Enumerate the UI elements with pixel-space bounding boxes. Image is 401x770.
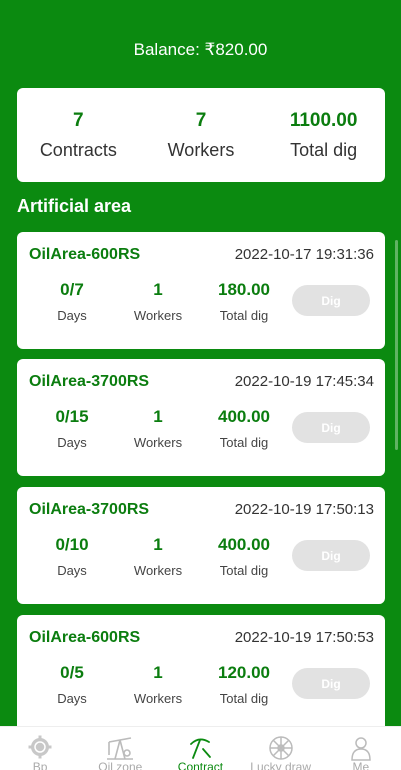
days-label: Days bbox=[57, 691, 87, 706]
summary-label: Workers bbox=[167, 139, 235, 160]
nav-item-me[interactable]: Me bbox=[321, 727, 401, 770]
oil-pump-icon bbox=[80, 735, 160, 761]
contract-name: OilArea-600RS bbox=[29, 629, 141, 646]
workers-label: Workers bbox=[133, 435, 183, 450]
nav-label: Oil zone bbox=[98, 760, 143, 770]
balance-text: Balance: ₹820.00 bbox=[133, 40, 268, 59]
summary-label: Contracts bbox=[39, 139, 117, 160]
wheel-icon bbox=[241, 735, 321, 761]
stat-total-dig: 180.00 Total dig bbox=[204, 280, 284, 323]
summary-workers: 7 Workers bbox=[140, 110, 261, 161]
stat-workers: 1 Workers bbox=[118, 663, 198, 706]
nav-label: Me bbox=[352, 760, 370, 770]
nav-label: Lucky draw bbox=[250, 760, 311, 770]
summary-value: 7 bbox=[195, 109, 207, 131]
contract-time: 2022-10-19 17:45:34 bbox=[234, 373, 374, 390]
total-label: Total dig bbox=[219, 691, 269, 706]
workers-value: 1 bbox=[153, 280, 163, 299]
gear-coin-icon bbox=[0, 735, 80, 761]
contract-time: 2022-10-19 17:50:13 bbox=[234, 501, 374, 518]
days-value: 0/7 bbox=[60, 280, 84, 299]
contract-name: OilArea-600RS bbox=[29, 246, 141, 263]
nav-item-contract[interactable]: Contract bbox=[160, 727, 240, 770]
contract-time: 2022-10-17 19:31:36 bbox=[234, 246, 374, 263]
total-value: 400.00 bbox=[218, 535, 270, 554]
contract-name: OilArea-3700RS bbox=[29, 373, 150, 390]
section-title: Artificial area bbox=[17, 196, 132, 216]
stat-total-dig: 400.00 Total dig bbox=[204, 535, 284, 578]
stat-days: 0/10 Days bbox=[32, 535, 112, 578]
workers-value: 1 bbox=[153, 407, 163, 426]
summary-value: 1100.00 bbox=[289, 109, 358, 131]
dig-button[interactable]: Dig bbox=[292, 285, 370, 316]
nav-item-oil-zone[interactable]: Oil zone bbox=[80, 727, 160, 770]
stat-days: 0/15 Days bbox=[32, 407, 112, 450]
days-label: Days bbox=[57, 435, 87, 450]
summary-card: 7 Contracts 7 Workers 1100.00 Total dig bbox=[17, 88, 385, 182]
stat-workers: 1 Workers bbox=[118, 535, 198, 578]
days-value: 0/15 bbox=[55, 407, 89, 426]
contract-card: OilArea-600RS 2022-10-17 19:31:36 0/7 Da… bbox=[17, 232, 385, 349]
total-label: Total dig bbox=[219, 435, 269, 450]
dig-button[interactable]: Dig bbox=[292, 540, 370, 571]
pickaxe-icon bbox=[160, 735, 240, 761]
stat-days: 0/7 Days bbox=[32, 280, 112, 323]
stat-workers: 1 Workers bbox=[118, 280, 198, 323]
days-label: Days bbox=[57, 563, 87, 578]
contract-name: OilArea-3700RS bbox=[29, 501, 150, 518]
days-value: 0/5 bbox=[60, 663, 84, 682]
total-value: 120.00 bbox=[218, 663, 270, 682]
workers-value: 1 bbox=[153, 663, 163, 682]
stat-days: 0/5 Days bbox=[32, 663, 112, 706]
nav-item-bp[interactable]: Bp bbox=[0, 727, 80, 770]
total-value: 400.00 bbox=[218, 407, 270, 426]
days-label: Days bbox=[57, 308, 87, 323]
nav-label: Contract bbox=[177, 760, 224, 770]
stat-workers: 1 Workers bbox=[118, 407, 198, 450]
dig-button[interactable]: Dig bbox=[292, 412, 370, 443]
summary-total-dig: 1100.00 Total dig bbox=[263, 110, 384, 161]
workers-value: 1 bbox=[153, 535, 163, 554]
workers-label: Workers bbox=[133, 691, 183, 706]
contract-card: OilArea-3700RS 2022-10-19 17:45:34 0/15 … bbox=[17, 359, 385, 476]
nav-label: Bp bbox=[32, 760, 48, 770]
bottom-nav: Bp Oil zone Contract Lucky draw Me bbox=[0, 726, 401, 770]
workers-label: Workers bbox=[133, 308, 183, 323]
contract-card: OilArea-600RS 2022-10-19 17:50:53 0/5 Da… bbox=[17, 615, 385, 732]
workers-label: Workers bbox=[133, 563, 183, 578]
summary-label: Total dig bbox=[290, 139, 358, 160]
stat-total-dig: 120.00 Total dig bbox=[204, 663, 284, 706]
summary-contracts: 7 Contracts bbox=[18, 110, 139, 161]
total-value: 180.00 bbox=[218, 280, 270, 299]
dig-button[interactable]: Dig bbox=[292, 668, 370, 699]
contract-card: OilArea-3700RS 2022-10-19 17:50:13 0/10 … bbox=[17, 487, 385, 604]
total-label: Total dig bbox=[219, 308, 269, 323]
scrollbar[interactable] bbox=[395, 240, 398, 450]
person-icon bbox=[321, 735, 401, 761]
total-label: Total dig bbox=[219, 563, 269, 578]
stat-total-dig: 400.00 Total dig bbox=[204, 407, 284, 450]
days-value: 0/10 bbox=[55, 535, 89, 554]
summary-value: 7 bbox=[73, 109, 84, 131]
contract-time: 2022-10-19 17:50:53 bbox=[234, 629, 374, 646]
nav-item-lucky-draw[interactable]: Lucky draw bbox=[241, 727, 321, 770]
